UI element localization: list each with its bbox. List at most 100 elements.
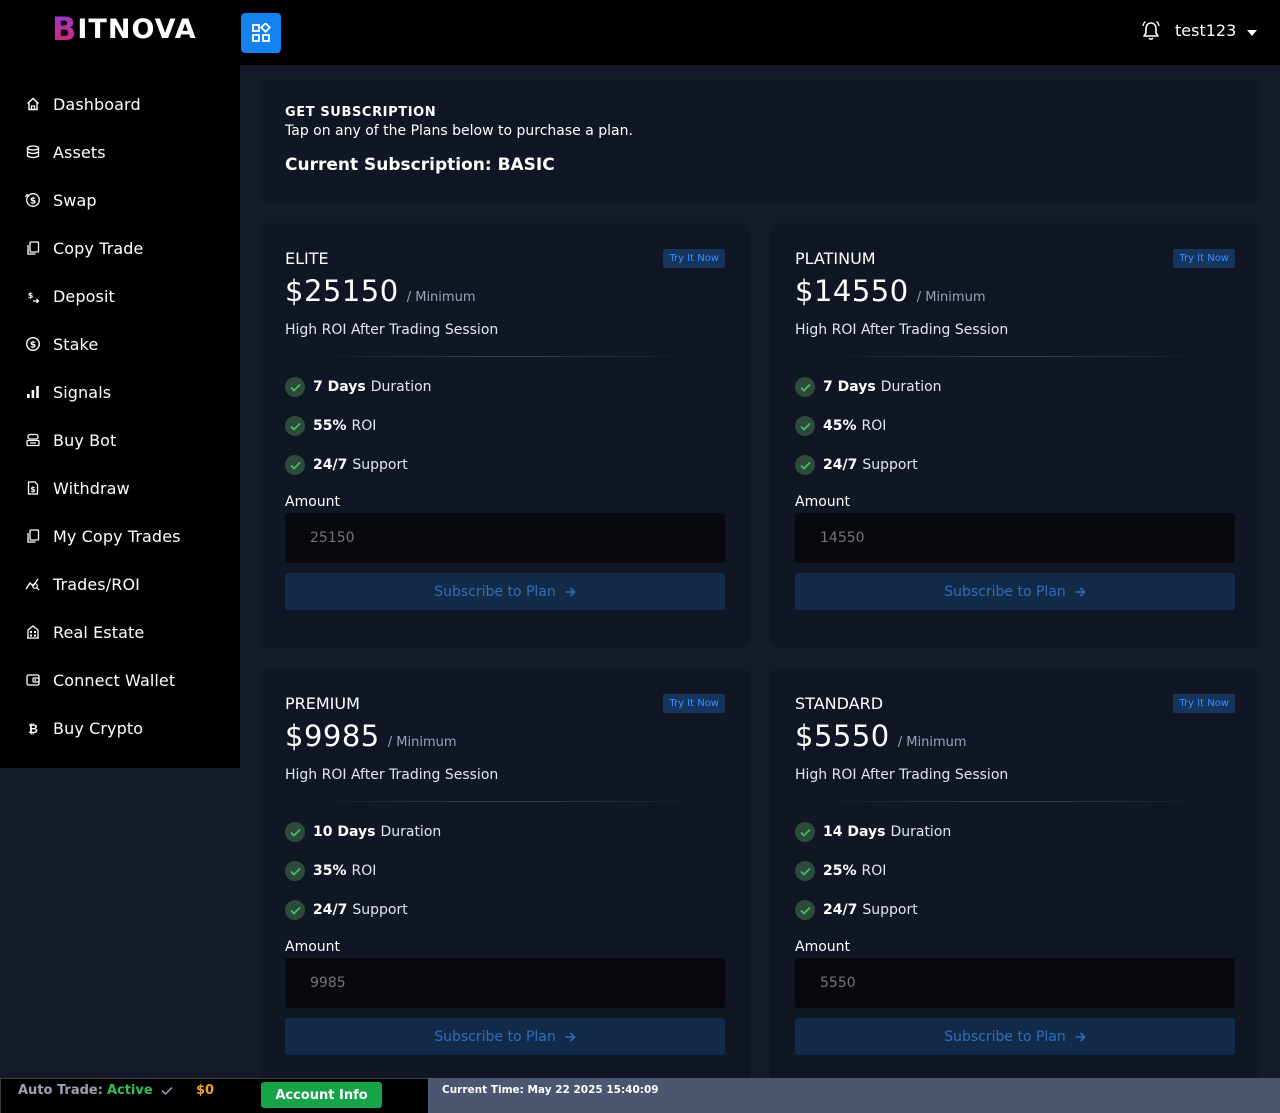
swap-icon: $: [25, 192, 41, 208]
auto-trade-active: Active: [106, 1083, 153, 1098]
trade-status-panel: Auto Trade: Active $0 Account Info: [0, 1078, 428, 1113]
try-it-now-badge[interactable]: Try It Now: [663, 248, 725, 268]
subscribe-button[interactable]: Subscribe to Plan: [795, 573, 1235, 610]
arrow-right-icon: [1075, 1031, 1086, 1042]
feature-support: 24/7 Support: [285, 900, 725, 920]
notification-bell-icon[interactable]: [1141, 20, 1161, 42]
sidebar-item-swap[interactable]: $ Swap: [0, 176, 240, 224]
feature-list: 10 Days Duration 35% ROI 24/7 Support: [285, 822, 725, 920]
check-circle-icon: [285, 861, 305, 881]
withdraw-icon: $: [25, 480, 41, 496]
plan-name: PREMIUM: [285, 693, 360, 713]
subscription-header-card: GET SUBSCRIPTION Tap on any of the Plans…: [260, 80, 1260, 203]
check-circle-icon: [285, 822, 305, 842]
feature-duration: 7 Days Duration: [285, 377, 725, 397]
sidebar-item-copy-trade[interactable]: Copy Trade: [0, 224, 240, 272]
sidebar-item-trades-roi[interactable]: Trades/ROI: [0, 560, 240, 608]
try-it-now-badge[interactable]: Try It Now: [663, 693, 725, 713]
plan-description: High ROI After Trading Session: [795, 767, 1009, 783]
sidebar-item-signals[interactable]: Signals: [0, 368, 240, 416]
subscribe-button[interactable]: Subscribe to Plan: [285, 1018, 725, 1055]
sidebar-item-assets[interactable]: Assets: [0, 128, 240, 176]
feature-list: 7 Days Duration 45% ROI 24/7 Support: [795, 377, 1235, 475]
check-circle-icon: [285, 377, 305, 397]
bitcoin-icon: ₿: [25, 720, 41, 736]
try-it-now-badge[interactable]: Try It Now: [1173, 248, 1235, 268]
database-icon: [25, 144, 41, 160]
feature-support: 24/7 Support: [795, 900, 1235, 920]
subscribe-button[interactable]: Subscribe to Plan: [795, 1018, 1235, 1055]
wallet-icon: [25, 672, 41, 688]
svg-text:$: $: [30, 197, 36, 207]
auto-trade-status: Auto Trade: Active: [18, 1083, 173, 1098]
plan-price: $14550: [795, 274, 909, 308]
deposit-icon: $: [25, 288, 41, 304]
plan-price: $5550: [795, 719, 890, 753]
check-circle-icon: [795, 377, 815, 397]
plan-description: High ROI After Trading Session: [795, 322, 1009, 338]
feature-support: 24/7 Support: [285, 455, 725, 475]
sidebar-item-connect-wallet[interactable]: Connect Wallet: [0, 656, 240, 704]
price-suffix: / Minimum: [406, 290, 476, 305]
price-suffix: / Minimum: [387, 735, 457, 750]
subscribe-button[interactable]: Subscribe to Plan: [285, 573, 725, 610]
feature-list: 7 Days Duration 55% ROI 24/7 Support: [285, 377, 725, 475]
plan-name: STANDARD: [795, 693, 884, 713]
check-circle-icon: [285, 416, 305, 436]
copy-icon: [25, 240, 41, 256]
feature-roi: 55% ROI: [285, 416, 725, 436]
arrow-right-icon: [565, 1031, 576, 1042]
signal-bars-icon: [25, 384, 41, 400]
svg-text:$: $: [30, 341, 36, 351]
sidebar-item-buy-bot[interactable]: Buy Bot: [0, 416, 240, 464]
plan-name: ELITE: [285, 248, 329, 268]
check-circle-icon: [285, 455, 305, 475]
divider: [815, 356, 1215, 357]
sidebar: Dashboard Assets $ Swap Copy Trade $ Dep…: [0, 65, 240, 768]
building-icon: [25, 624, 41, 640]
sidebar-item-my-copy-trades[interactable]: My Copy Trades: [0, 512, 240, 560]
check-icon: [161, 1086, 173, 1095]
divider: [305, 356, 705, 357]
current-time: Current Time: May 22 2025 15:40:09: [442, 1084, 659, 1096]
plan-description: High ROI After Trading Session: [285, 767, 499, 783]
apps-menu-button[interactable]: [241, 13, 281, 53]
sidebar-item-stake[interactable]: $ Stake: [0, 320, 240, 368]
plan-name: PLATINUM: [795, 248, 876, 268]
brand-logo[interactable]: B ITNOVA: [52, 10, 197, 48]
grid-icon: [252, 23, 271, 42]
amount-label: Amount: [795, 939, 851, 955]
price-suffix: / Minimum: [897, 735, 967, 750]
chevron-down-icon: [1247, 29, 1258, 36]
home-icon: [25, 96, 41, 112]
top-bar: B ITNOVA test123: [0, 0, 1280, 65]
check-circle-icon: [795, 900, 815, 920]
logo-text: ITNOVA: [77, 13, 197, 45]
copy-icon: [25, 528, 41, 544]
sidebar-item-withdraw[interactable]: $ Withdraw: [0, 464, 240, 512]
user-menu[interactable]: test123: [1175, 21, 1258, 40]
amount-input[interactable]: [795, 513, 1235, 563]
plan-price: $9985: [285, 719, 380, 753]
amount-label: Amount: [285, 494, 341, 510]
amount-input[interactable]: [795, 958, 1235, 1008]
try-it-now-badge[interactable]: Try It Now: [1173, 693, 1235, 713]
dollar-circle-icon: $: [25, 336, 41, 352]
sidebar-item-dashboard[interactable]: Dashboard: [0, 80, 240, 128]
account-info-button[interactable]: Account Info: [261, 1082, 382, 1108]
plan-card-elite: ELITE Try It Now $25150 / Minimum High R…: [260, 223, 750, 648]
bot-icon: [25, 432, 41, 448]
time-panel: Current Time: May 22 2025 15:40:09: [428, 1078, 1280, 1113]
amount-input[interactable]: [285, 513, 725, 563]
plan-price: $25150: [285, 274, 399, 308]
arrow-right-icon: [1075, 586, 1086, 597]
logo-letter: B: [52, 10, 77, 48]
sidebar-item-deposit[interactable]: $ Deposit: [0, 272, 240, 320]
feature-duration: 10 Days Duration: [285, 822, 725, 842]
amount-input[interactable]: [285, 958, 725, 1008]
amount-label: Amount: [285, 939, 341, 955]
sidebar-item-buy-crypto[interactable]: ₿ Buy Crypto: [0, 704, 240, 752]
check-circle-icon: [795, 416, 815, 436]
plan-card-premium: PREMIUM Try It Now $9985 / Minimum High …: [260, 668, 750, 1093]
sidebar-item-real-estate[interactable]: Real Estate: [0, 608, 240, 656]
